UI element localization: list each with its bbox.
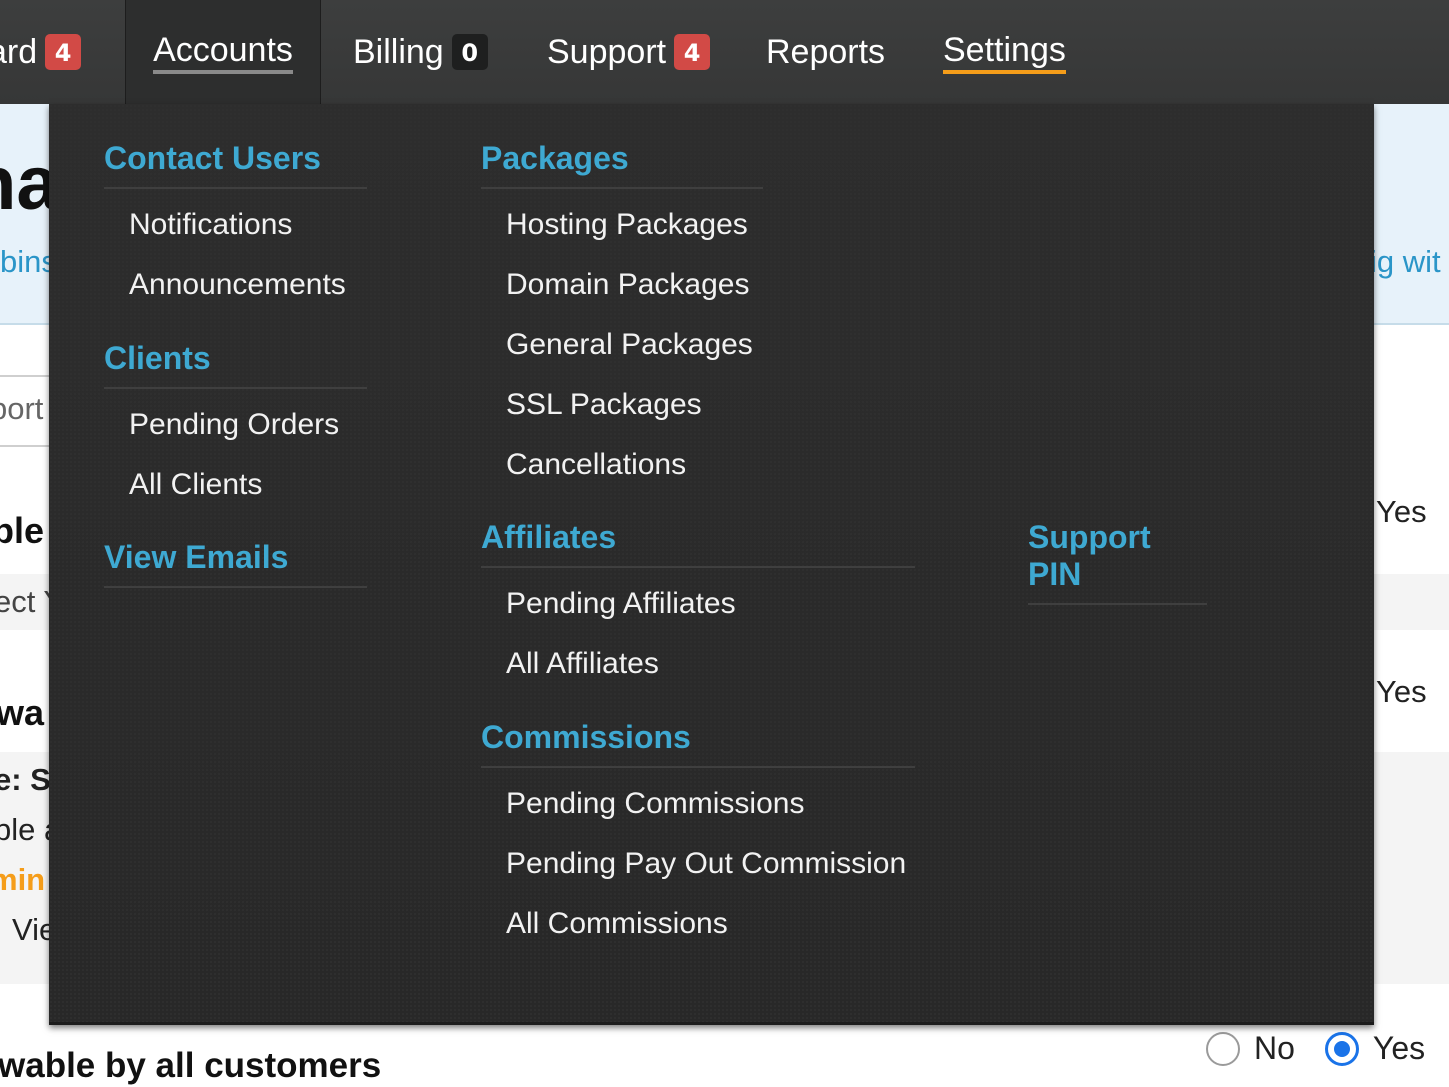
- visibility-radio-group: No Yes: [1206, 1030, 1449, 1067]
- menu-column-3: Support PIN: [1028, 519, 1207, 605]
- nav-dashboard[interactable]: ard 4: [0, 0, 82, 104]
- menu-heading-affiliates[interactable]: Affiliates: [481, 519, 915, 568]
- setting-heading-2: wa: [0, 692, 45, 733]
- menu-heading-clients[interactable]: Clients: [104, 340, 367, 389]
- nav-accounts-label: Accounts: [153, 31, 293, 74]
- radio-yes-label: Yes: [1372, 1030, 1426, 1066]
- menu-column-1-clients: Clients Pending Orders All Clients: [104, 340, 367, 515]
- billing-count-badge: 0: [451, 34, 488, 70]
- nav-reports[interactable]: Reports: [766, 0, 885, 104]
- setting-heading-1: ble: [0, 510, 45, 551]
- menu-link-announcements[interactable]: Announcements: [129, 255, 367, 315]
- menu-link-hosting-packages[interactable]: Hosting Packages: [506, 195, 763, 255]
- note-line-1: e: S: [0, 762, 51, 797]
- dashboard-count-badge: 4: [45, 34, 82, 70]
- menu-column-2-affiliates: Affiliates Pending Affiliates All Affili…: [481, 519, 915, 694]
- menu-link-pending-commissions[interactable]: Pending Commissions: [506, 774, 915, 834]
- yes-label-1: Yes: [1376, 494, 1427, 529]
- menu-link-all-commissions[interactable]: All Commissions: [506, 894, 915, 954]
- nav-accounts[interactable]: Accounts: [125, 0, 321, 104]
- menu-link-notifications[interactable]: Notifications: [129, 195, 367, 255]
- menu-link-cancellations[interactable]: Cancellations: [506, 435, 763, 495]
- menu-link-pending-affiliates[interactable]: Pending Affiliates: [506, 574, 915, 634]
- menu-heading-packages[interactable]: Packages: [481, 140, 763, 189]
- support-count-badge: 4: [674, 34, 711, 70]
- menu-column-2-commissions: Commissions Pending Commissions Pending …: [481, 719, 915, 954]
- menu-heading-support-pin[interactable]: Support PIN: [1028, 519, 1207, 605]
- menu-column-1: Contact Users Notifications Announcement…: [104, 140, 367, 315]
- yes-label-2: Yes: [1376, 674, 1427, 709]
- menu-link-domain-packages[interactable]: Domain Packages: [506, 255, 763, 315]
- nav-reports-label: Reports: [766, 32, 886, 71]
- nav-settings-label: Settings: [943, 31, 1066, 74]
- menu-heading-view-emails[interactable]: View Emails: [104, 539, 367, 588]
- hero-link-right[interactable]: ig wit: [1370, 244, 1441, 280]
- nav-support[interactable]: Support 4: [547, 0, 711, 104]
- menu-heading-contact-users[interactable]: Contact Users: [104, 140, 367, 189]
- radio-no-label: No: [1254, 1030, 1295, 1066]
- radio-yes[interactable]: [1324, 1031, 1359, 1066]
- nav-dashboard-label: ard: [0, 32, 38, 71]
- menu-column-1-emails: View Emails: [104, 539, 367, 588]
- menu-link-general-packages[interactable]: General Packages: [506, 315, 763, 375]
- menu-link-all-clients[interactable]: All Clients: [129, 455, 367, 515]
- menu-link-pending-orders[interactable]: Pending Orders: [129, 395, 367, 455]
- nav-billing-label: Billing: [353, 32, 444, 71]
- nav-support-label: Support: [547, 32, 667, 71]
- nav-settings[interactable]: Settings: [943, 0, 1066, 104]
- input-text: port: [0, 391, 44, 426]
- menu-column-2-packages: Packages Hosting Packages Domain Package…: [481, 140, 763, 495]
- menu-link-all-affiliates[interactable]: All Affiliates: [506, 634, 915, 694]
- menu-link-pending-payout-commission[interactable]: Pending Pay Out Commission: [506, 834, 915, 894]
- accounts-dropdown-menu: Contact Users Notifications Announcement…: [49, 104, 1374, 1025]
- menu-heading-commissions[interactable]: Commissions: [481, 719, 915, 768]
- radio-no[interactable]: [1206, 1031, 1240, 1066]
- nav-billing[interactable]: Billing 0: [353, 0, 488, 104]
- menu-link-ssl-packages[interactable]: SSL Packages: [506, 375, 763, 435]
- bottom-setting-heading: wable by all customers: [0, 1046, 382, 1085]
- top-navigation: ard 4 Accounts Billing 0 Support 4 Repor…: [0, 0, 1449, 104]
